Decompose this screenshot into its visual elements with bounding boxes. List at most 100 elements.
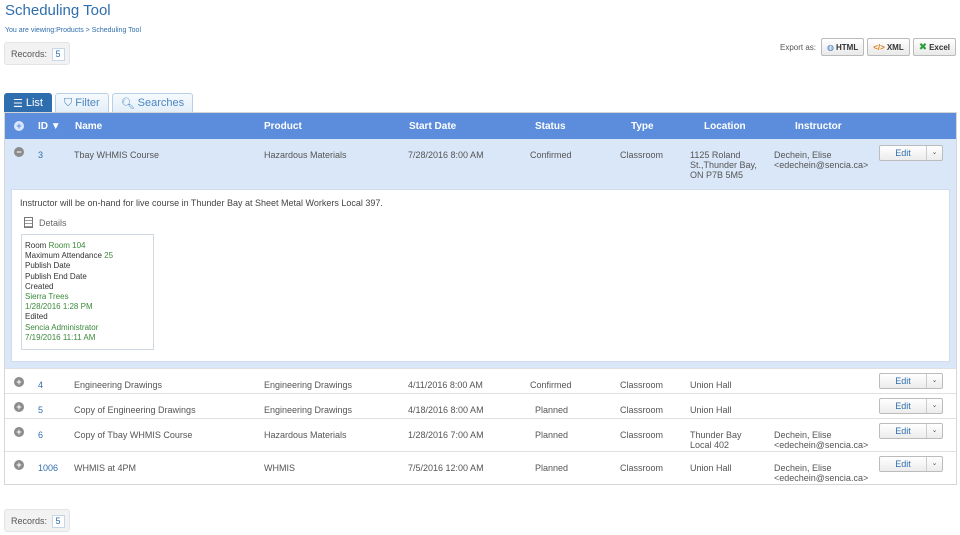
expand-row-icon[interactable]: +: [14, 460, 24, 470]
row-type: Classroom: [620, 380, 664, 390]
row-instructor: Dechein, Elise <edechein@sencia.ca>: [774, 430, 869, 450]
tab-list[interactable]: ☰ List: [4, 93, 52, 112]
detail-publish-end-date: Publish End Date: [25, 271, 87, 281]
detail-card: Instructor will be on-hand for live cour…: [11, 189, 950, 362]
tab-searches-label: Searches: [137, 97, 185, 109]
breadcrumb[interactable]: You are viewing:Products > Scheduling To…: [5, 27, 141, 34]
chevron-down-icon[interactable]: ⌄: [926, 424, 942, 438]
row-location: 1125 Roland St.,Thunder Bay, ON P7B 5M5: [690, 150, 757, 180]
document-icon: [24, 217, 33, 228]
grid-header: + ID ▼ Name Product Start Date Status Ty…: [5, 113, 956, 139]
chevron-down-icon[interactable]: ⌄: [926, 374, 942, 388]
row-start-date: 1/28/2016 7:00 AM: [408, 430, 484, 440]
edit-button[interactable]: Edit ⌄: [879, 456, 943, 472]
export-excel-label: Excel: [929, 42, 950, 52]
row-product: Hazardous Materials: [264, 430, 347, 440]
row-status: Planned: [535, 405, 569, 415]
detail-room: Room Room 104: [25, 241, 86, 250]
row-name: Engineering Drawings: [74, 380, 163, 390]
view-tabs: ☰ List ⛉ Filter 🔍︎ Searches: [4, 93, 194, 112]
row-location: Union Hall: [690, 463, 732, 473]
row-start-date: 7/28/2016 8:00 AM: [408, 150, 484, 160]
export-html-button[interactable]: ◍ HTML: [821, 38, 865, 56]
expand-all-icon[interactable]: +: [14, 121, 24, 131]
row-product: Hazardous Materials: [264, 150, 347, 160]
chevron-down-icon[interactable]: ⌄: [926, 146, 942, 160]
row-instructor: Dechein, Elise <edechein@sencia.ca>: [774, 463, 869, 483]
detail-created-label: Created: [25, 281, 54, 291]
col-product[interactable]: Product: [264, 121, 302, 132]
expand-row-icon[interactable]: +: [14, 402, 24, 412]
table-row: + 1006 WHMIS at 4PM WHMIS 7/5/2016 12:00…: [5, 451, 956, 484]
schedule-grid: + ID ▼ Name Product Start Date Status Ty…: [4, 112, 957, 485]
detail-edited-at: 7/19/2016 11:11 AM: [25, 332, 96, 342]
row-location: Thunder Bay Local 402: [690, 430, 742, 450]
export-excel-button[interactable]: ✖ Excel: [912, 38, 956, 56]
export-label: Export as:: [780, 42, 817, 52]
edit-button[interactable]: Edit ⌄: [879, 423, 943, 439]
table-row: + 6 Copy of Tbay WHMIS Course Hazardous …: [5, 418, 956, 451]
chevron-down-icon[interactable]: ⌄: [926, 457, 942, 471]
row-location: Union Hall: [690, 380, 732, 390]
detail-edited-label: Edited: [25, 312, 48, 322]
row-location: Union Hall: [690, 405, 732, 415]
export-bar: Export as: ◍ HTML </> XML ✖ Excel: [780, 38, 956, 56]
detail-max-attendance: Maximum Attendance 25: [25, 251, 114, 261]
row-id: 6: [38, 430, 44, 440]
details-box: Room Room 104 Maximum Attendance 25 Publ…: [21, 234, 154, 350]
row-id: 4: [38, 380, 44, 390]
edit-label: Edit: [895, 459, 911, 469]
tab-searches[interactable]: 🔍︎ Searches: [111, 93, 194, 112]
row-instructor: Dechein, Elise <edechein@sencia.ca>: [774, 150, 869, 170]
col-status[interactable]: Status: [535, 121, 566, 132]
col-instructor[interactable]: Instructor: [795, 121, 842, 132]
details-heading: Details: [24, 217, 67, 228]
row-status: Confirmed: [530, 380, 572, 390]
row-name: Tbay WHMIS Course: [74, 150, 160, 160]
row-name: Copy of Tbay WHMIS Course: [74, 430, 193, 440]
row-start-date: 4/18/2016 8:00 AM: [408, 405, 484, 415]
row-id: 1006: [38, 463, 59, 473]
tab-filter[interactable]: ⛉ Filter: [55, 93, 109, 112]
edit-label: Edit: [895, 148, 911, 158]
list-icon: ☰: [13, 97, 23, 110]
edit-button[interactable]: Edit ⌄: [879, 145, 943, 161]
course-description: Instructor will be on-hand for live cour…: [20, 198, 383, 208]
edit-label: Edit: [895, 426, 911, 436]
code-icon: </>: [873, 42, 885, 52]
row-status: Planned: [535, 463, 569, 473]
col-type[interactable]: Type: [631, 121, 654, 132]
detail-created-by: Sierra Trees: [25, 292, 69, 302]
collapse-row-icon[interactable]: −: [14, 147, 24, 157]
col-id[interactable]: ID ▼: [38, 121, 61, 132]
detail-created-at: 1/28/2016 1:28 PM: [25, 302, 93, 312]
detail-publish-date: Publish Date: [25, 261, 71, 271]
edit-label: Edit: [895, 401, 911, 411]
page-title: Scheduling Tool: [5, 2, 111, 19]
expand-row-icon[interactable]: +: [14, 377, 24, 387]
expand-row-icon[interactable]: +: [14, 427, 24, 437]
row-product: WHMIS: [264, 463, 295, 473]
row-name: WHMIS at 4PM: [74, 463, 137, 473]
table-row: − 3 Tbay WHMIS Course Hazardous Material…: [5, 139, 956, 188]
col-start-date[interactable]: Start Date: [409, 121, 456, 132]
edit-label: Edit: [895, 376, 911, 386]
col-name[interactable]: Name: [75, 121, 102, 132]
export-xml-button[interactable]: </> XML: [867, 38, 910, 56]
records-count-bottom: Records: 5: [4, 509, 70, 532]
row-product: Engineering Drawings: [264, 405, 353, 415]
row-type: Classroom: [620, 463, 664, 473]
row-product: Engineering Drawings: [264, 380, 353, 390]
edit-button[interactable]: Edit ⌄: [879, 373, 943, 389]
search-icon: 🔍︎: [120, 97, 135, 110]
col-location[interactable]: Location: [704, 121, 746, 132]
export-xml-label: XML: [886, 42, 904, 52]
chevron-down-icon[interactable]: ⌄: [926, 399, 942, 413]
records-count-top: Records: 5: [4, 42, 70, 65]
records-count: 5: [51, 515, 65, 528]
edit-button[interactable]: Edit ⌄: [879, 398, 943, 414]
detail-edited-by: Sencia Administrator: [25, 322, 99, 332]
row-status: Planned: [535, 430, 569, 440]
row-type: Classroom: [620, 405, 664, 415]
row-status: Confirmed: [530, 150, 572, 160]
